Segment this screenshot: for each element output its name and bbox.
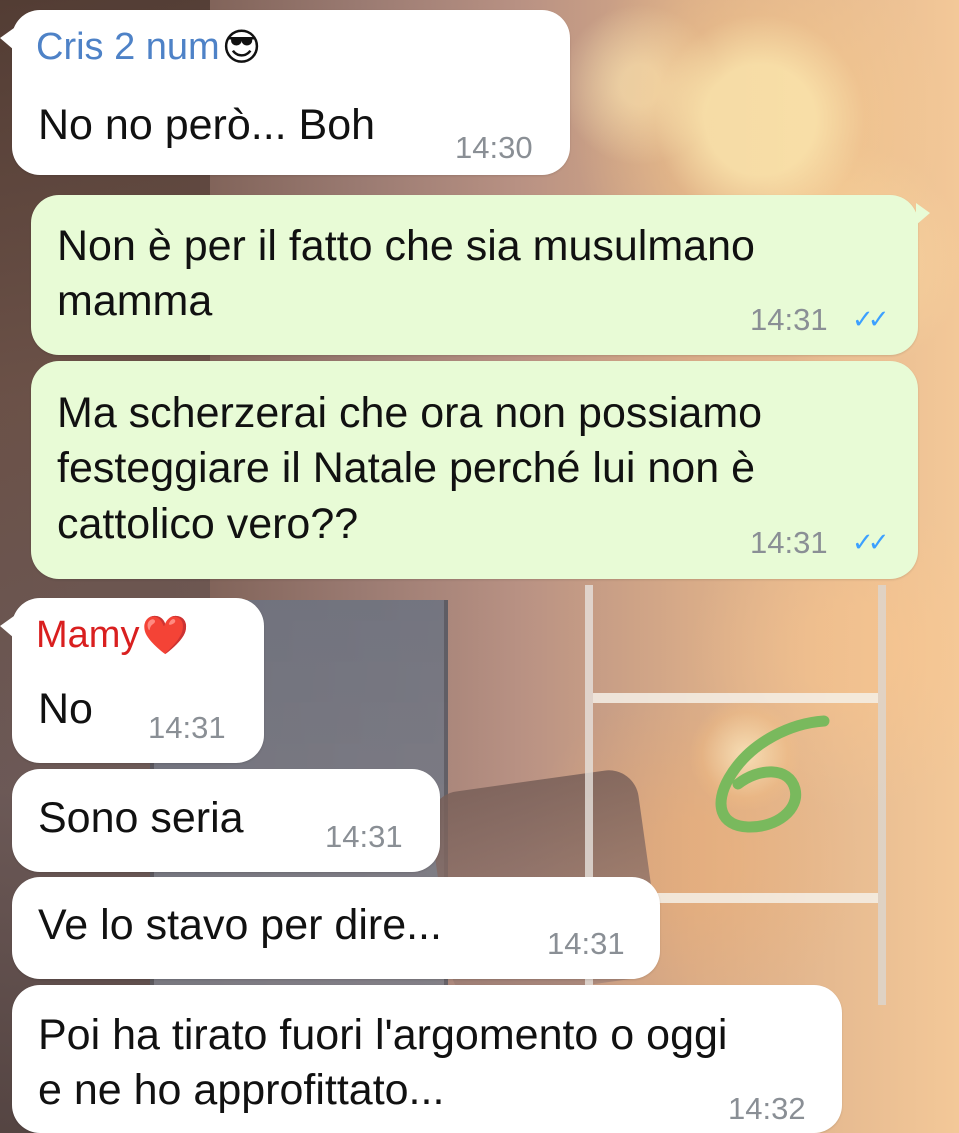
message-bubble-4[interactable]: Mamy❤️ No 14:31 (0, 598, 264, 763)
sender-name-text: Mamy (36, 614, 140, 656)
heart-icon: ❤️ (141, 613, 189, 657)
message-text: Ma scherzerai che ora non possiamo feste… (57, 389, 763, 548)
message-time: 14:30 (455, 130, 533, 165)
message-time: 14:31 (148, 710, 226, 745)
message-bubble-2[interactable]: Non è per il fatto che sia musulmano mam… (31, 195, 930, 355)
message-time: 14:31 (325, 819, 403, 854)
cool-face-icon: 😎 (221, 25, 262, 69)
message-text: Non è per il fatto che sia musulmano mam… (57, 222, 755, 326)
message-bubble-3[interactable]: Ma scherzerai che ora non possiamo feste… (31, 361, 918, 579)
sender-name-cris: Cris 2 num😎 (36, 25, 262, 69)
chat-thread: Cris 2 num😎 No no però... Boh 14:30 Non … (0, 0, 959, 1133)
sender-name-text: Cris 2 num (36, 26, 220, 68)
double-check-icon: ✓✓ (852, 527, 889, 557)
message-bubble-1[interactable]: Cris 2 num😎 No no però... Boh 14:30 (0, 10, 570, 175)
message-text: Poi ha tirato fuori l'argomento o oggi e… (38, 1011, 728, 1115)
message-time: 14:31 (750, 302, 828, 337)
message-bubble-6[interactable]: Ve lo stavo per dire... 14:31 (12, 877, 660, 979)
message-bubble-5[interactable]: Sono seria 14:31 (12, 769, 440, 872)
message-text: No no però... Boh (38, 101, 376, 149)
message-bubble-7[interactable]: Poi ha tirato fuori l'argomento o oggi e… (12, 985, 842, 1133)
message-time: 14:32 (728, 1091, 806, 1126)
message-time: 14:31 (750, 525, 828, 560)
message-text: No (38, 685, 93, 733)
handwritten-six-icon (715, 715, 830, 833)
message-time: 14:31 (547, 926, 625, 961)
sender-name-mamy: Mamy❤️ (36, 613, 189, 657)
double-check-icon: ✓✓ (852, 304, 889, 334)
message-text: Ve lo stavo per dire... (38, 901, 442, 949)
message-text: Sono seria (38, 794, 244, 842)
